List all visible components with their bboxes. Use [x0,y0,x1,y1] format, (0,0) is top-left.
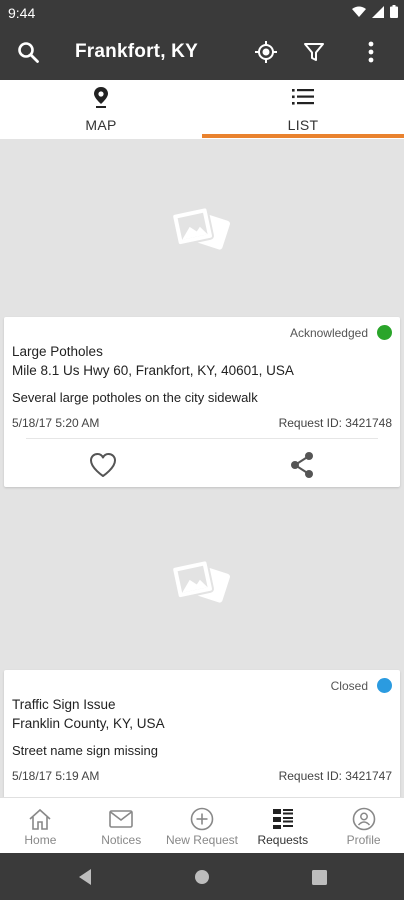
app-bar: Frankfort, KY [0,25,404,80]
nav-requests[interactable]: Requests [242,798,323,854]
search-icon[interactable] [13,37,43,67]
status-time: 9:44 [8,5,36,21]
nav-profile[interactable]: Profile [323,798,404,854]
request-card[interactable]: Acknowledged Large Potholes Mile 8.1 Us … [4,317,400,487]
request-date: 5/18/17 5:19 AM [12,769,100,783]
request-description: Street name sign missing [12,743,158,758]
nav-profile-label: Profile [346,833,381,847]
photo-placeholder-icon [171,206,230,250]
view-tabs: MAP LIST [0,80,404,139]
tab-active-indicator [202,134,404,138]
nav-home-label: Home [24,833,57,847]
tab-map-label: MAP [85,117,117,133]
status-dot-acknowledged [377,325,392,340]
screen: 9:44 Frankfort, KY MAP LIST Acknowledged… [0,0,404,900]
card-divider [26,438,378,439]
mail-icon [108,806,134,832]
status-dot-closed [377,678,392,693]
request-id: Request ID: 3421747 [278,769,392,783]
tab-list-label: LIST [287,117,319,133]
nav-new-request-label: New Request [165,833,239,847]
request-id: Request ID: 3421748 [278,416,392,430]
back-icon[interactable] [75,867,95,887]
nav-new-request[interactable]: New Request [162,798,243,854]
status-bar: 9:44 [0,0,404,25]
status-label: Closed [330,679,368,693]
request-address: Mile 8.1 Us Hwy 60, Frankfort, KY, 40601… [12,363,294,378]
request-title: Large Potholes [12,344,103,359]
request-list[interactable]: Acknowledged Large Potholes Mile 8.1 Us … [0,139,404,797]
list-icon [292,86,314,108]
nav-notices-label: Notices [101,833,142,847]
add-circle-icon [189,806,215,832]
my-location-icon[interactable] [251,37,281,67]
map-pin-icon [90,86,112,108]
request-photo-placeholder[interactable] [0,139,404,317]
nav-home[interactable]: Home [0,798,81,854]
nav-requests-label: Requests [257,833,309,847]
app-title[interactable]: Frankfort, KY [75,41,198,63]
request-date: 5/18/17 5:20 AM [12,416,100,430]
more-vert-icon[interactable] [356,37,386,67]
nav-notices[interactable]: Notices [81,798,162,854]
filter-icon[interactable] [299,37,329,67]
request-card[interactable]: Closed Traffic Sign Issue Franklin Count… [4,670,400,797]
home-icon [27,806,53,832]
status-icons [352,5,398,23]
bottom-nav: Home Notices New Request Requests Profil… [0,797,404,853]
requests-list-icon [270,806,296,832]
battery-icon [390,5,398,23]
home-button-icon[interactable] [192,867,212,887]
photo-placeholder-icon [171,559,230,603]
wifi-icon [352,5,366,23]
system-nav-bar [0,853,404,900]
request-address: Franklin County, KY, USA [12,716,165,731]
request-description: Several large potholes on the city sidew… [12,390,258,405]
recents-icon[interactable] [309,867,329,887]
request-title: Traffic Sign Issue [12,697,116,712]
profile-icon [351,806,377,832]
signal-icon [372,5,384,23]
request-photo-placeholder[interactable] [0,492,404,670]
share-icon[interactable] [287,450,317,480]
tab-map[interactable]: MAP [0,80,202,139]
heart-icon[interactable] [88,450,118,480]
status-label: Acknowledged [289,326,368,340]
tab-list[interactable]: LIST [202,80,404,139]
